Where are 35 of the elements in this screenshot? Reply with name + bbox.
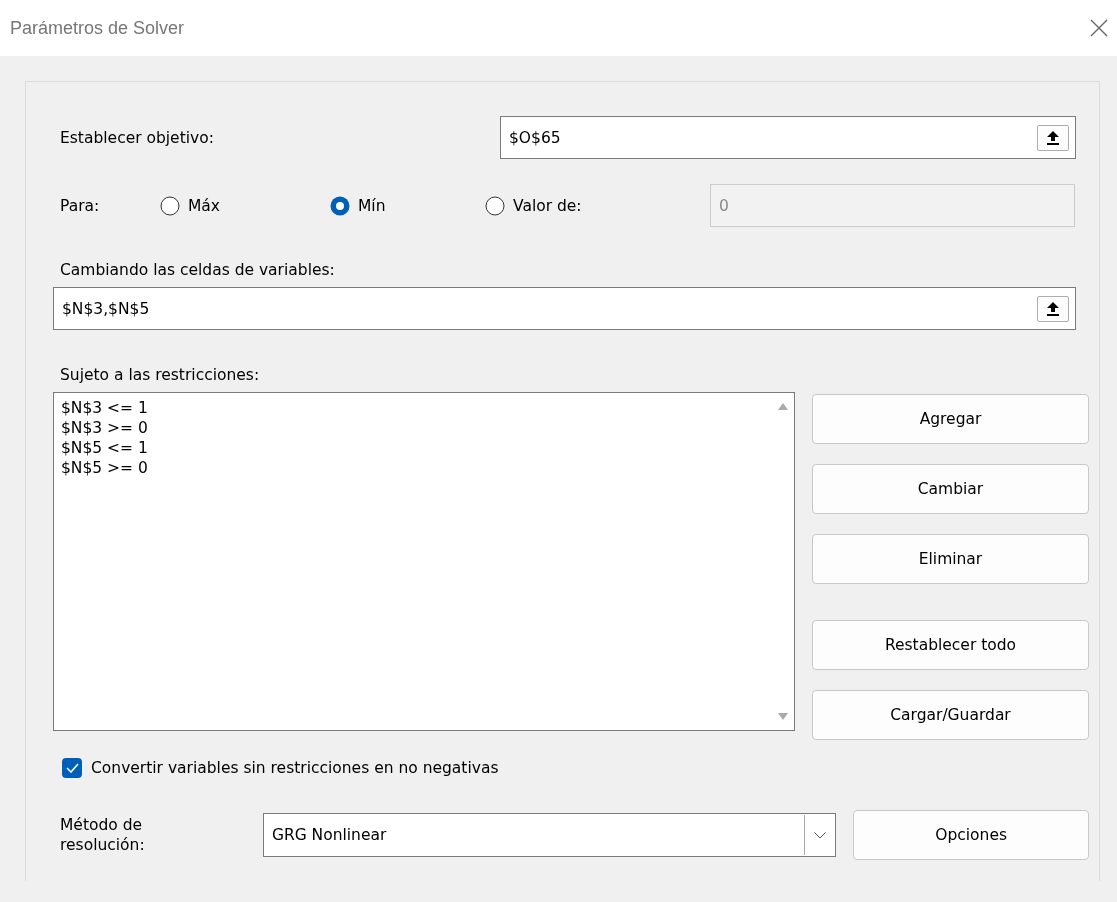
checkbox[interactable] (62, 758, 82, 778)
field-label: Sujeto a las restricciones: (59, 366, 261, 384)
constraints-list[interactable]: $N$3 <= 1 $N$3 >= 0 $N$5 <= 1 $N$5 >= 0 (53, 392, 795, 731)
radio-option[interactable]: Mín (330, 195, 485, 216)
field-label: Para: (59, 196, 101, 215)
field-label: Método de resolución: (59, 815, 146, 855)
window-title: Parámetros de Solver (10, 17, 185, 39)
action-button[interactable]: Agregar (812, 394, 1089, 444)
objective-field[interactable]: $O$65 (500, 116, 1076, 159)
action-button[interactable]: Eliminar (812, 534, 1089, 584)
nonnegative-checkbox[interactable]: Convertir variables sin restricciones en no negativas (62, 758, 499, 778)
chevron-down-icon (814, 831, 827, 839)
collapse-button[interactable] (1037, 124, 1069, 151)
variables-field[interactable]: $N$3,$N$5 (53, 287, 1076, 330)
constraint-item[interactable]: $N$5 <= 1 (61, 438, 765, 458)
radio-option[interactable]: Valor de: (485, 195, 710, 216)
constraint-item[interactable]: $N$3 <= 1 (61, 398, 765, 418)
check-icon (65, 763, 79, 773)
action-button[interactable]: Restablecer todo (812, 620, 1089, 670)
radio-option[interactable]: Máx (160, 195, 330, 216)
options-button[interactable]: Opciones (853, 810, 1089, 860)
method-dropdown[interactable]: GRG Nonlinear (262, 813, 837, 857)
close-icon[interactable] (1089, 18, 1109, 38)
radio-icon[interactable] (485, 195, 505, 216)
radio-icon[interactable] (330, 195, 350, 216)
action-button[interactable]: Cambiar (812, 464, 1089, 514)
constraint-item[interactable]: $N$5 >= 0 (61, 458, 765, 478)
constraint-item[interactable]: $N$3 >= 0 (61, 418, 765, 438)
radio-icon[interactable] (160, 195, 180, 216)
collapse-button[interactable] (1037, 295, 1069, 322)
up-arrow-icon (1047, 130, 1059, 145)
action-button[interactable]: Cargar/Guardar (812, 690, 1089, 740)
up-arrow-icon (1047, 301, 1059, 316)
field-label: Cambiando las celdas de variables: (59, 261, 336, 279)
field-label: Establecer objetivo: (59, 128, 215, 147)
